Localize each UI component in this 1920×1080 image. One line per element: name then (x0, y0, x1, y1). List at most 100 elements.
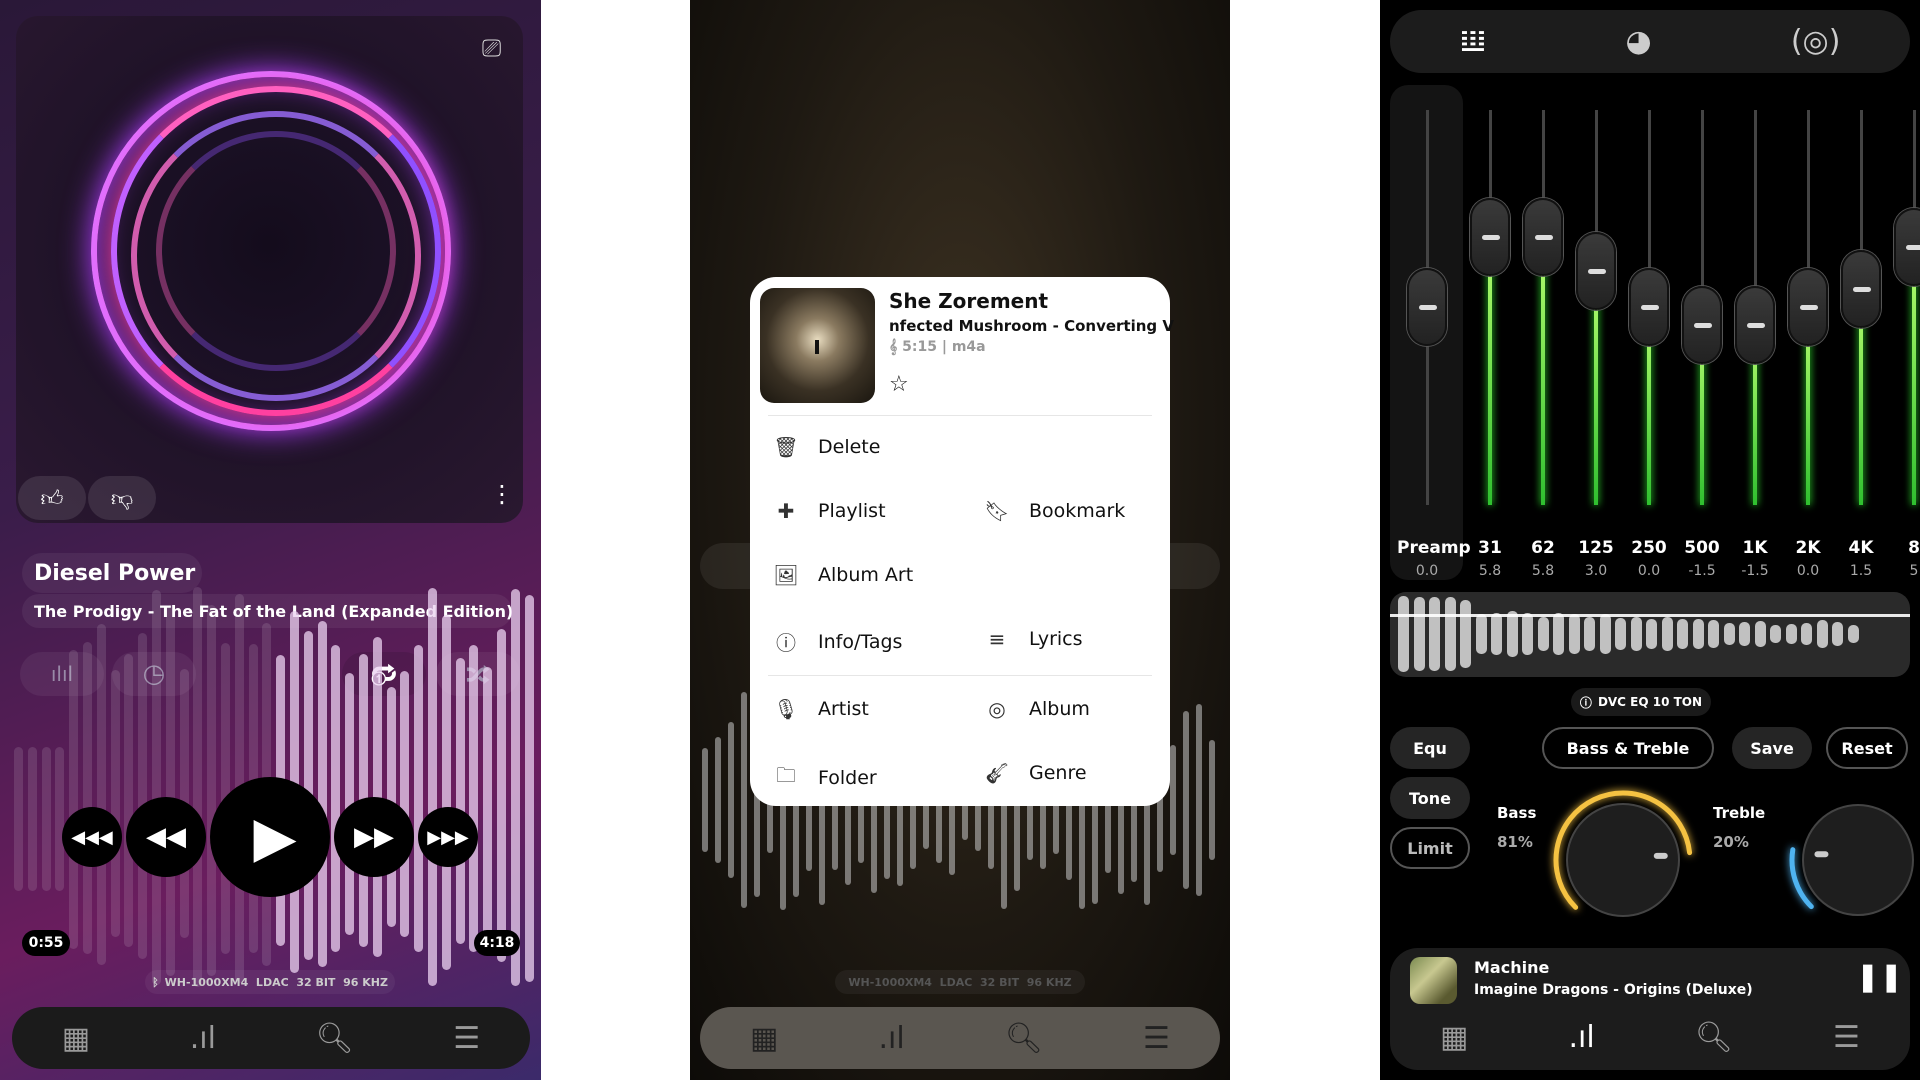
now-playing-screen: ⎚ 👍︎ 👎︎ ⋮ Diesel Power The Prodigy - The… (0, 0, 541, 1080)
queue-icon[interactable]: ☰ (1143, 1021, 1170, 1056)
menu-item-album[interactable]: ◎ Album (979, 697, 1090, 721)
menu-item-info-tags[interactable]: ⓘ Info/Tags (768, 627, 902, 656)
waveform-bar (728, 722, 734, 878)
spectrum-bar (1692, 618, 1704, 650)
waveform-bar (14, 747, 23, 891)
skip-previous-button[interactable]: ◀◀◀ (62, 807, 122, 867)
library-icon[interactable]: ▦ (1440, 1020, 1468, 1055)
eq-slider-handle[interactable] (1682, 286, 1722, 364)
preamp-label: Preamp (1397, 538, 1471, 558)
equalizer-icon[interactable]: .ıl (190, 1021, 216, 1056)
menu-item-artist[interactable]: 🎙︎ Artist (768, 697, 869, 721)
eq-band-label: 31 (1478, 538, 1502, 558)
duration-time: 4:18 (474, 930, 520, 956)
plus-icon: ✚ (777, 499, 795, 523)
waveform-bar (1209, 740, 1215, 860)
fast-forward-button[interactable]: ▶▶ (334, 797, 414, 877)
skip-next-icon: ▶▶▶ (427, 826, 469, 848)
spectrum-bar (1847, 625, 1859, 643)
search-icon[interactable]: 🔍︎ (1005, 1021, 1043, 1056)
bass-knob-indicator (1653, 852, 1668, 859)
eq-slider-handle[interactable] (1470, 198, 1510, 277)
spectrum-bar (1832, 622, 1843, 646)
context-menu-screen: WH-1000XM4 LDAC 32 BIT 96 KHZ ▦ .ıl 🔍︎ ☰ Sh… (690, 0, 1230, 1080)
waveform-bar (83, 641, 92, 955)
queue-icon[interactable]: ☰ (453, 1021, 480, 1056)
treble-knob[interactable] (1802, 804, 1914, 916)
waveform-bar (165, 604, 175, 977)
preset-name-pill[interactable]: ⓘ DVC EQ 10 TON (1571, 688, 1711, 716)
spectrum-bar (1522, 612, 1533, 656)
eq-band-value: -1.5 (1741, 563, 1769, 579)
eq-slider-handle[interactable] (1576, 232, 1616, 310)
mini-player-subtitle: Imagine Dragons - Origins (Deluxe) (1474, 982, 1753, 998)
spectrum-bar (1475, 614, 1487, 654)
equalizer-screen: 𝍔 ◕ (◎) Preamp 0.0 31 5.8 62 5.8 125 3.0 250 0.0 500… (1380, 0, 1920, 1080)
queue-icon[interactable]: ☰ (1833, 1020, 1860, 1055)
waveform-bar (483, 666, 493, 940)
menu-item-lyrics[interactable]: ≡ Lyrics (979, 627, 1083, 651)
spectrum-bar (1429, 597, 1440, 671)
waveform-seekbar[interactable] (0, 0, 541, 1080)
waveform-bar (1183, 711, 1189, 889)
waveform-bar (138, 633, 148, 960)
spectrum-bar (1615, 617, 1626, 651)
rewind-button[interactable]: ◀◀ (126, 797, 206, 877)
spectrum-bar (1398, 595, 1409, 673)
equalizer-icon[interactable]: .ıl (879, 1021, 905, 1056)
bluetooth-icon: ᛒ (152, 975, 159, 989)
spectrum-bar (1584, 616, 1595, 652)
waveform-bar (510, 588, 520, 986)
waveform-bar (110, 670, 120, 937)
info-icon: ⓘ (776, 631, 796, 655)
eq-slider-handle[interactable] (1841, 250, 1881, 328)
menu-item-folder[interactable]: 🗀 Folder (768, 761, 877, 795)
pause-icon[interactable]: ❚❚ (1856, 960, 1903, 993)
skip-next-button[interactable]: ▶▶▶ (418, 807, 478, 867)
waveform-bar (317, 620, 327, 967)
eq-curve (1390, 614, 1910, 617)
eq-slider-handle[interactable] (1894, 208, 1920, 286)
mini-player[interactable]: Machine Imagine Dragons - Origins (Delux… (1390, 948, 1910, 1070)
eq-band-value: 0.0 (1637, 563, 1661, 579)
waveform-bar (469, 645, 479, 953)
spectrum-bar (1801, 623, 1812, 645)
waveform-bar (331, 645, 341, 953)
equalizer-icon[interactable]: .ıl (1569, 1020, 1595, 1055)
background-device-info: WH-1000XM4 LDAC 32 BIT 96 KHZ (835, 970, 1085, 994)
library-icon[interactable]: ▦ (750, 1021, 778, 1056)
library-icon[interactable]: ▦ (62, 1021, 90, 1056)
menu-item-delete[interactable]: 🗑︎ Delete (768, 435, 880, 459)
waveform-bar (152, 589, 161, 986)
preamp-slider-handle[interactable] (1407, 268, 1447, 346)
spectrum-bar (1491, 613, 1502, 655)
bass-knob[interactable] (1566, 803, 1680, 917)
eq-band-label: 125 (1578, 538, 1614, 558)
spectrum-bar (1568, 614, 1580, 654)
menu-item-album-art[interactable]: 🖼︎ Album Art (768, 563, 913, 587)
waveform-bar (455, 658, 465, 945)
eq-slider-handle[interactable] (1629, 268, 1669, 346)
eq-slider-handle[interactable] (1735, 286, 1775, 364)
tone-knobs (1553, 790, 1914, 917)
eq-band-label: 62 (1531, 538, 1555, 558)
waveform-bar (715, 736, 721, 864)
eq-band-label: 1K (1742, 538, 1768, 558)
waveform-bar (441, 614, 451, 971)
search-icon[interactable]: 🔍︎ (316, 1021, 354, 1056)
eq-visualizer (1390, 592, 1910, 677)
spectrum-bar (1599, 614, 1611, 654)
favorite-star-icon[interactable]: ☆ (889, 372, 909, 397)
menu-item-bookmark[interactable]: 🔖︎ Bookmark (979, 499, 1125, 523)
mini-player-album-art (1410, 957, 1457, 1004)
lyrics-icon: ≡ (988, 627, 1006, 651)
eq-slider-handle[interactable] (1788, 268, 1828, 346)
spectrum-bar (1413, 597, 1425, 671)
search-icon[interactable]: 🔍︎ (1695, 1020, 1733, 1055)
menu-item-genre[interactable]: 🎸︎ Genre (979, 761, 1086, 785)
bookmark-icon: 🔖︎ (984, 499, 1010, 523)
spectrum-bar (1444, 596, 1456, 672)
play-button[interactable]: ▶ (210, 777, 330, 897)
eq-slider-handle[interactable] (1523, 198, 1563, 277)
menu-item-playlist[interactable]: ✚ Playlist (768, 499, 886, 523)
